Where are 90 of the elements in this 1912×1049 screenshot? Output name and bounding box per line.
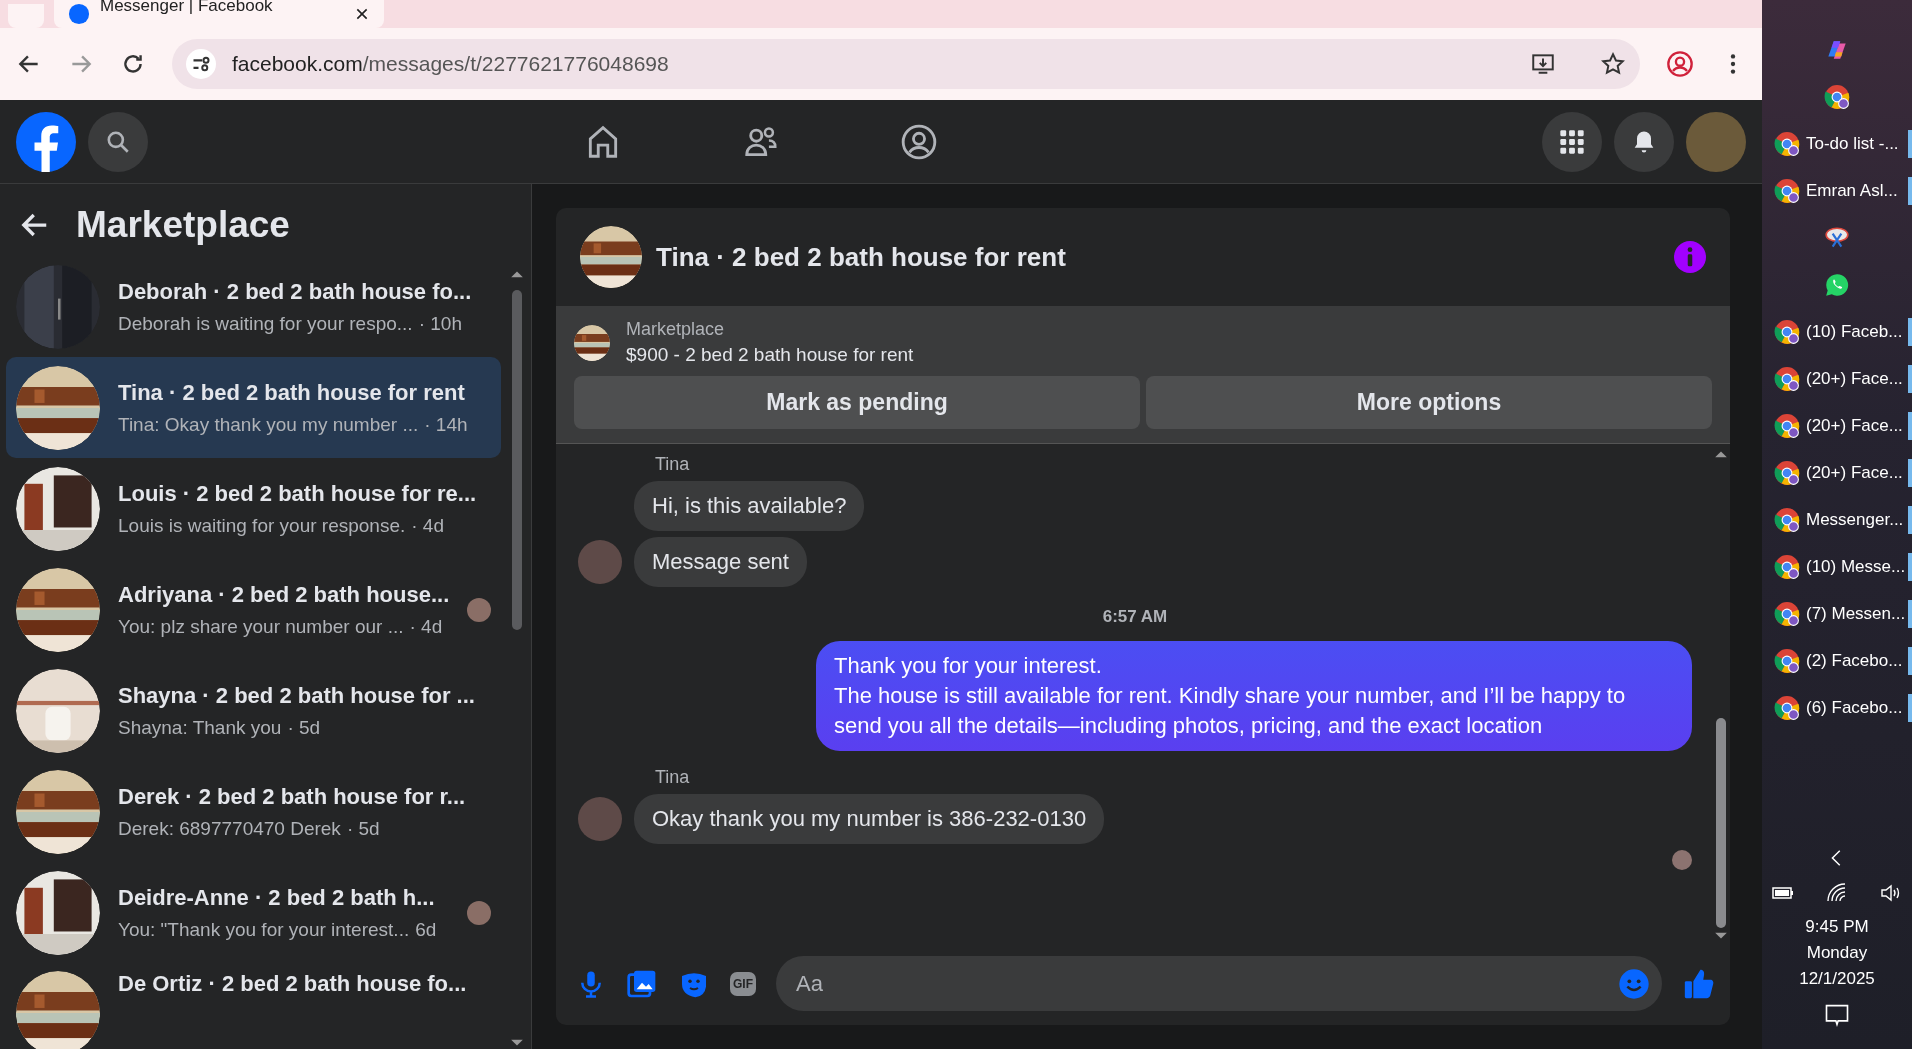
- message-bubble: Message sent: [634, 537, 807, 587]
- site-settings-icon[interactable]: [186, 49, 216, 79]
- gif-button[interactable]: GIF: [730, 971, 756, 996]
- chrome-icon[interactable]: [1774, 319, 1800, 345]
- listing-label: Marketplace: [626, 319, 726, 340]
- conversation-item[interactable]: De Ortiz · 2 bed 2 bath house fo...: [6, 963, 501, 1049]
- taskbar-button[interactable]: Emran Asl...: [1762, 169, 1912, 213]
- chrome-icon[interactable]: [1774, 554, 1800, 580]
- clock[interactable]: 9:45 PM Monday 12/1/2025: [1799, 917, 1875, 989]
- conversation-item[interactable]: Adriyana · 2 bed 2 bath house... You: plz share your number our ... · 4d: [6, 559, 501, 660]
- facebook-logo-icon[interactable]: [16, 111, 76, 172]
- message-preview: Shayna: Thank you: [118, 716, 282, 739]
- conversation-item[interactable]: Louis · 2 bed 2 bath house for re... Louis is waiting for your response. · 4d: [6, 458, 501, 559]
- emoji-icon[interactable]: [1618, 967, 1650, 1000]
- chrome-icon[interactable]: [1774, 131, 1800, 157]
- address-bar[interactable]: facebook.com/messages/t/2277621776048698: [172, 39, 1640, 89]
- clock-date: 12/1/2025: [1799, 969, 1875, 989]
- message-preview: You: plz share your number our ...: [118, 615, 404, 638]
- taskbar-button[interactable]: Messenger...: [1762, 498, 1912, 542]
- conversation-title: Deidre-Anne · 2 bed 2 bath h...: [118, 884, 436, 911]
- info-icon[interactable]: [1674, 241, 1706, 273]
- chrome-icon[interactable]: [1774, 460, 1800, 486]
- chrome-icon[interactable]: [1774, 178, 1800, 204]
- conversation-title: Louis · 2 bed 2 bath house for re...: [118, 480, 478, 507]
- chat-title: Tina · 2 bed 2 bath house for rent: [656, 241, 1067, 273]
- taskbar-button[interactable]: (20+) Face...: [1762, 357, 1912, 401]
- action-button[interactable]: More options: [1146, 376, 1712, 429]
- url-text: facebook.com/messages/t/2277621776048698: [232, 52, 669, 76]
- taskbar-button[interactable]: (10) Faceb...: [1762, 310, 1912, 354]
- whatsapp-icon[interactable]: [1824, 272, 1850, 298]
- profile-icon[interactable]: [1666, 50, 1694, 78]
- action-button[interactable]: Mark as pending: [574, 376, 1140, 429]
- conversation-title: Derek · 2 bed 2 bath house for r...: [118, 783, 467, 810]
- chrome-icon[interactable]: [1774, 601, 1800, 627]
- message-preview: Tina: Okay thank you my number ...: [118, 413, 419, 436]
- message-time: · 4d: [409, 615, 443, 638]
- message-bubble: Okay thank you my number is 386-232-0130: [634, 794, 1105, 844]
- clock-day: Monday: [1806, 943, 1868, 963]
- taskbar-button[interactable]: (6) Facebo...: [1762, 686, 1912, 730]
- message-field[interactable]: Aa: [776, 956, 1662, 1011]
- conversation-title: Shayna · 2 bed 2 bath house for ...: [118, 682, 476, 709]
- chrome-icon[interactable]: [1774, 413, 1800, 439]
- chrome-icon[interactable]: [1824, 84, 1850, 110]
- conversation-title: Tina · 2 bed 2 bath house for rent: [118, 379, 466, 406]
- taskbar-button[interactable]: (7) Messen...: [1762, 592, 1912, 636]
- chrome-icon[interactable]: [1774, 366, 1800, 392]
- conversation-title: Deborah · 2 bed 2 bath house fo...: [118, 278, 473, 305]
- conversation-item[interactable]: Derek · 2 bed 2 bath house for r... Derek: 6897770470 Derek · 5d: [6, 761, 501, 862]
- message-time: · 14h: [424, 413, 468, 436]
- facebook-icon[interactable]: [68, 3, 90, 25]
- conversation-item[interactable]: Deidre-Anne · 2 bed 2 bath h... You: "Thank you for your interest... 6d: [6, 862, 501, 963]
- message-bubble: Hi, is this available?: [634, 481, 865, 531]
- grid-icon: [1558, 127, 1586, 156]
- message-input[interactable]: Aa: [794, 969, 1608, 998]
- chrome-icon[interactable]: [1774, 507, 1800, 533]
- taskbar-button[interactable]: (10) Messe...: [1762, 545, 1912, 589]
- taskbar-button[interactable]: (2) Facebo...: [1762, 639, 1912, 683]
- scrollbar-thumb[interactable]: [512, 290, 522, 630]
- sender-name: Tina: [654, 454, 691, 475]
- message-time: · 4d: [411, 514, 444, 537]
- message-time: · 10h: [418, 312, 462, 335]
- close-icon[interactable]: [354, 6, 370, 22]
- conversation-item[interactable]: Shayna · 2 bed 2 bath house for ... Shayna: Thank you · 5d: [6, 660, 501, 761]
- message-preview: Deborah is waiting for your respo...: [118, 312, 413, 335]
- message-time: · 5d: [346, 817, 380, 840]
- message-preview: Derek: 6897770470 Derek: [118, 817, 341, 840]
- message-bubble: Thank you for your interest. The house is still available for rent. Kindly share your number, and I’ll be happy to send you all the details—including photos, pricing, and the exact location: [816, 641, 1692, 751]
- panel-title: Marketplace: [76, 204, 290, 246]
- taskbar-button[interactable]: To-do list -...: [1762, 122, 1912, 166]
- message-preview: Louis is waiting for your response.: [118, 514, 406, 537]
- message-preview: You: "Thank you for your interest...: [118, 918, 410, 941]
- scrollbar-thumb[interactable]: [1716, 718, 1726, 928]
- profile-circle-icon[interactable]: [900, 122, 938, 161]
- message-time: · 5d: [287, 716, 321, 739]
- install-icon[interactable]: [1530, 51, 1556, 77]
- listing-title: $900 - 2 bed 2 bath house for rent: [626, 344, 914, 366]
- chrome-icon[interactable]: [1774, 648, 1800, 674]
- taskbar-button[interactable]: (20+) Face...: [1762, 404, 1912, 448]
- taskbar-button[interactable]: (20+) Face...: [1762, 451, 1912, 495]
- conversation-item[interactable]: Deborah · 2 bed 2 bath house fo... Deborah is waiting for your respo... · 10h: [6, 256, 501, 357]
- conversation-title: Adriyana · 2 bed 2 bath house...: [118, 581, 449, 608]
- seen-avatar: [1672, 850, 1692, 870]
- sender-name: Tina: [654, 767, 691, 788]
- conversation-title: De Ortiz · 2 bed 2 bath house fo...: [118, 971, 468, 997]
- conversation-item[interactable]: Tina · 2 bed 2 bath house for rent Tina: Okay thank you my number ... · 14h: [6, 357, 501, 458]
- clock-time: 9:45 PM: [1805, 917, 1869, 937]
- star-icon[interactable]: [1600, 51, 1626, 77]
- chrome-icon[interactable]: [1774, 695, 1800, 721]
- message-time: 6d: [415, 918, 437, 941]
- timestamp: 6:57 AM: [1101, 607, 1169, 627]
